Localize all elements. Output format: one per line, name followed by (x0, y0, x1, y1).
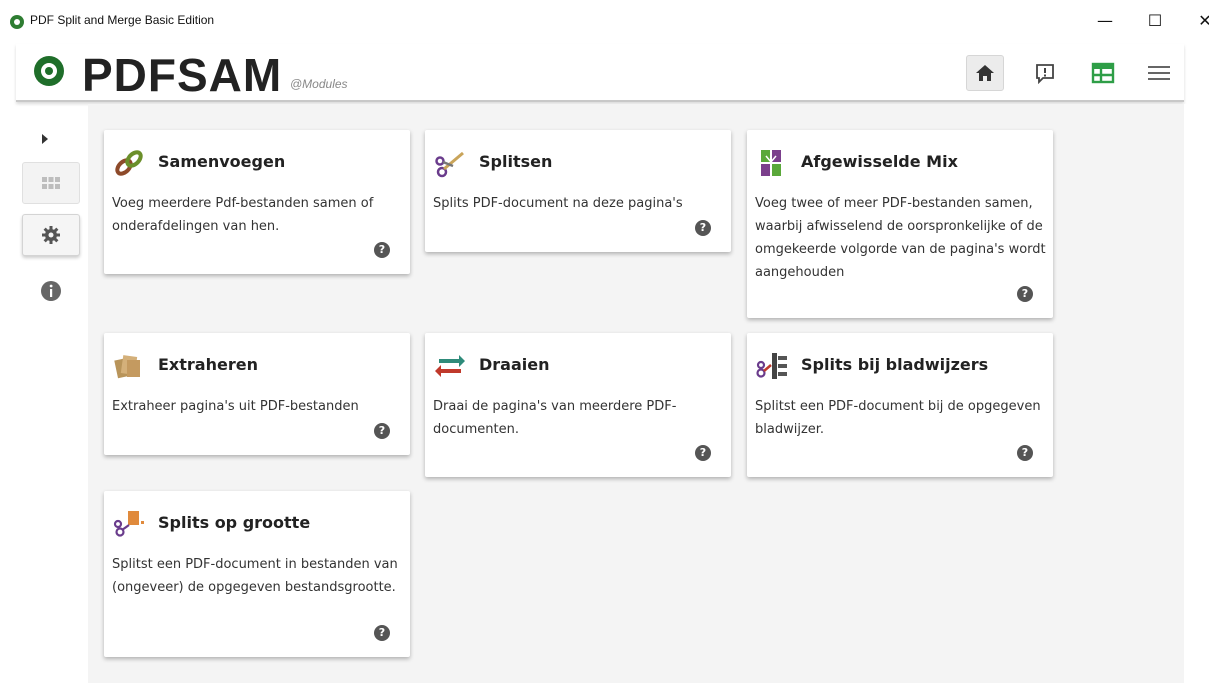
module-card-merge[interactable]: Samenvoegen Voeg meerdere Pdf-bestanden … (104, 130, 410, 274)
module-card-alternate-mix[interactable]: Afgewisselde Mix Voeg twee of meer PDF-b… (747, 130, 1053, 318)
window-titlebar: PDF Split and Merge Basic Edition — ☐ ✕ (0, 0, 1209, 44)
app-header: PDFSAM @Modules (16, 44, 1184, 102)
logo-subtitle: @Modules (290, 77, 348, 91)
sidebar (16, 104, 88, 683)
feedback-button[interactable] (1026, 55, 1064, 91)
module-card-split-size[interactable]: Splits op grootte Splitst een PDF-docume… (104, 491, 410, 657)
sidebar-item-info[interactable] (22, 270, 80, 312)
help-icon[interactable]: ? (1017, 445, 1033, 461)
help-icon[interactable]: ? (374, 423, 390, 439)
module-title: Samenvoegen (158, 152, 286, 171)
home-button[interactable] (966, 55, 1004, 91)
module-description: Draai de pagina's van meerdere PDF-docum… (433, 399, 677, 437)
module-description: Splits PDF-document na deze pagina's (433, 196, 683, 211)
module-description: Extraheer pagina's uit PDF-bestanden (112, 399, 359, 414)
module-title: Splits bij bladwijzers (801, 355, 989, 374)
module-card-rotate[interactable]: Draaien Draai de pagina's van meerdere P… (425, 333, 731, 477)
module-card-split-bookmarks[interactable]: Splits bij bladwijzers Splitst een PDF-d… (747, 333, 1053, 477)
split-bookmarks-icon (756, 353, 787, 379)
hamburger-menu-icon (1148, 66, 1170, 80)
pdfsam-logo-icon (34, 56, 64, 86)
module-description: Splitst een PDF-document in bestanden va… (112, 557, 398, 595)
module-title: Splits op grootte (158, 513, 311, 532)
split-size-icon (113, 511, 144, 537)
extract-pages-icon (114, 355, 140, 379)
feedback-icon (1036, 64, 1054, 84)
dashboard-icon (1091, 62, 1115, 84)
module-description: Voeg twee of meer PDF-bestanden samen, w… (755, 196, 1046, 280)
module-description: Splitst een PDF-document bij de opgegeve… (755, 399, 1041, 437)
logo-text: PDFSAM (82, 49, 283, 101)
module-card-extract[interactable]: Extraheren Extraheer pagina's uit PDF-be… (104, 333, 410, 455)
help-icon[interactable]: ? (374, 242, 390, 258)
help-icon[interactable]: ? (695, 220, 711, 236)
maximize-button[interactable]: ☐ (1140, 8, 1170, 34)
help-icon[interactable]: ? (1017, 286, 1033, 302)
split-scissors-icon (435, 151, 464, 178)
info-icon (41, 281, 61, 301)
close-button[interactable]: ✕ (1190, 8, 1209, 34)
module-title: Splitsen (479, 152, 553, 171)
help-icon[interactable]: ? (374, 625, 390, 641)
hamburger-menu-button[interactable] (1140, 55, 1178, 91)
pdfsam-app-icon (10, 15, 24, 29)
module-description: Voeg meerdere Pdf-bestanden samen of ond… (112, 196, 374, 234)
sidebar-item-modules[interactable] (22, 162, 80, 204)
module-title: Extraheren (158, 355, 258, 374)
modules-dashboard: Samenvoegen Voeg meerdere Pdf-bestanden … (88, 104, 1184, 683)
rotate-icon (435, 355, 465, 377)
window-title: PDF Split and Merge Basic Edition (30, 13, 215, 27)
dashboard-button[interactable] (1084, 55, 1122, 91)
module-title: Draaien (479, 355, 550, 374)
home-icon (976, 65, 994, 81)
help-icon[interactable]: ? (695, 445, 711, 461)
minimize-button[interactable]: — (1090, 8, 1120, 34)
right-margin (1184, 104, 1209, 683)
chevron-right-icon[interactable] (42, 134, 48, 144)
sidebar-item-settings[interactable] (22, 214, 80, 256)
grid-icon (42, 177, 60, 189)
merge-chain-icon (115, 150, 143, 176)
module-card-split[interactable]: Splitsen Splits PDF-document na deze pag… (425, 130, 731, 252)
module-title: Afgewisselde Mix (801, 152, 958, 171)
alternate-mix-icon (761, 150, 781, 176)
gear-icon (42, 226, 60, 244)
